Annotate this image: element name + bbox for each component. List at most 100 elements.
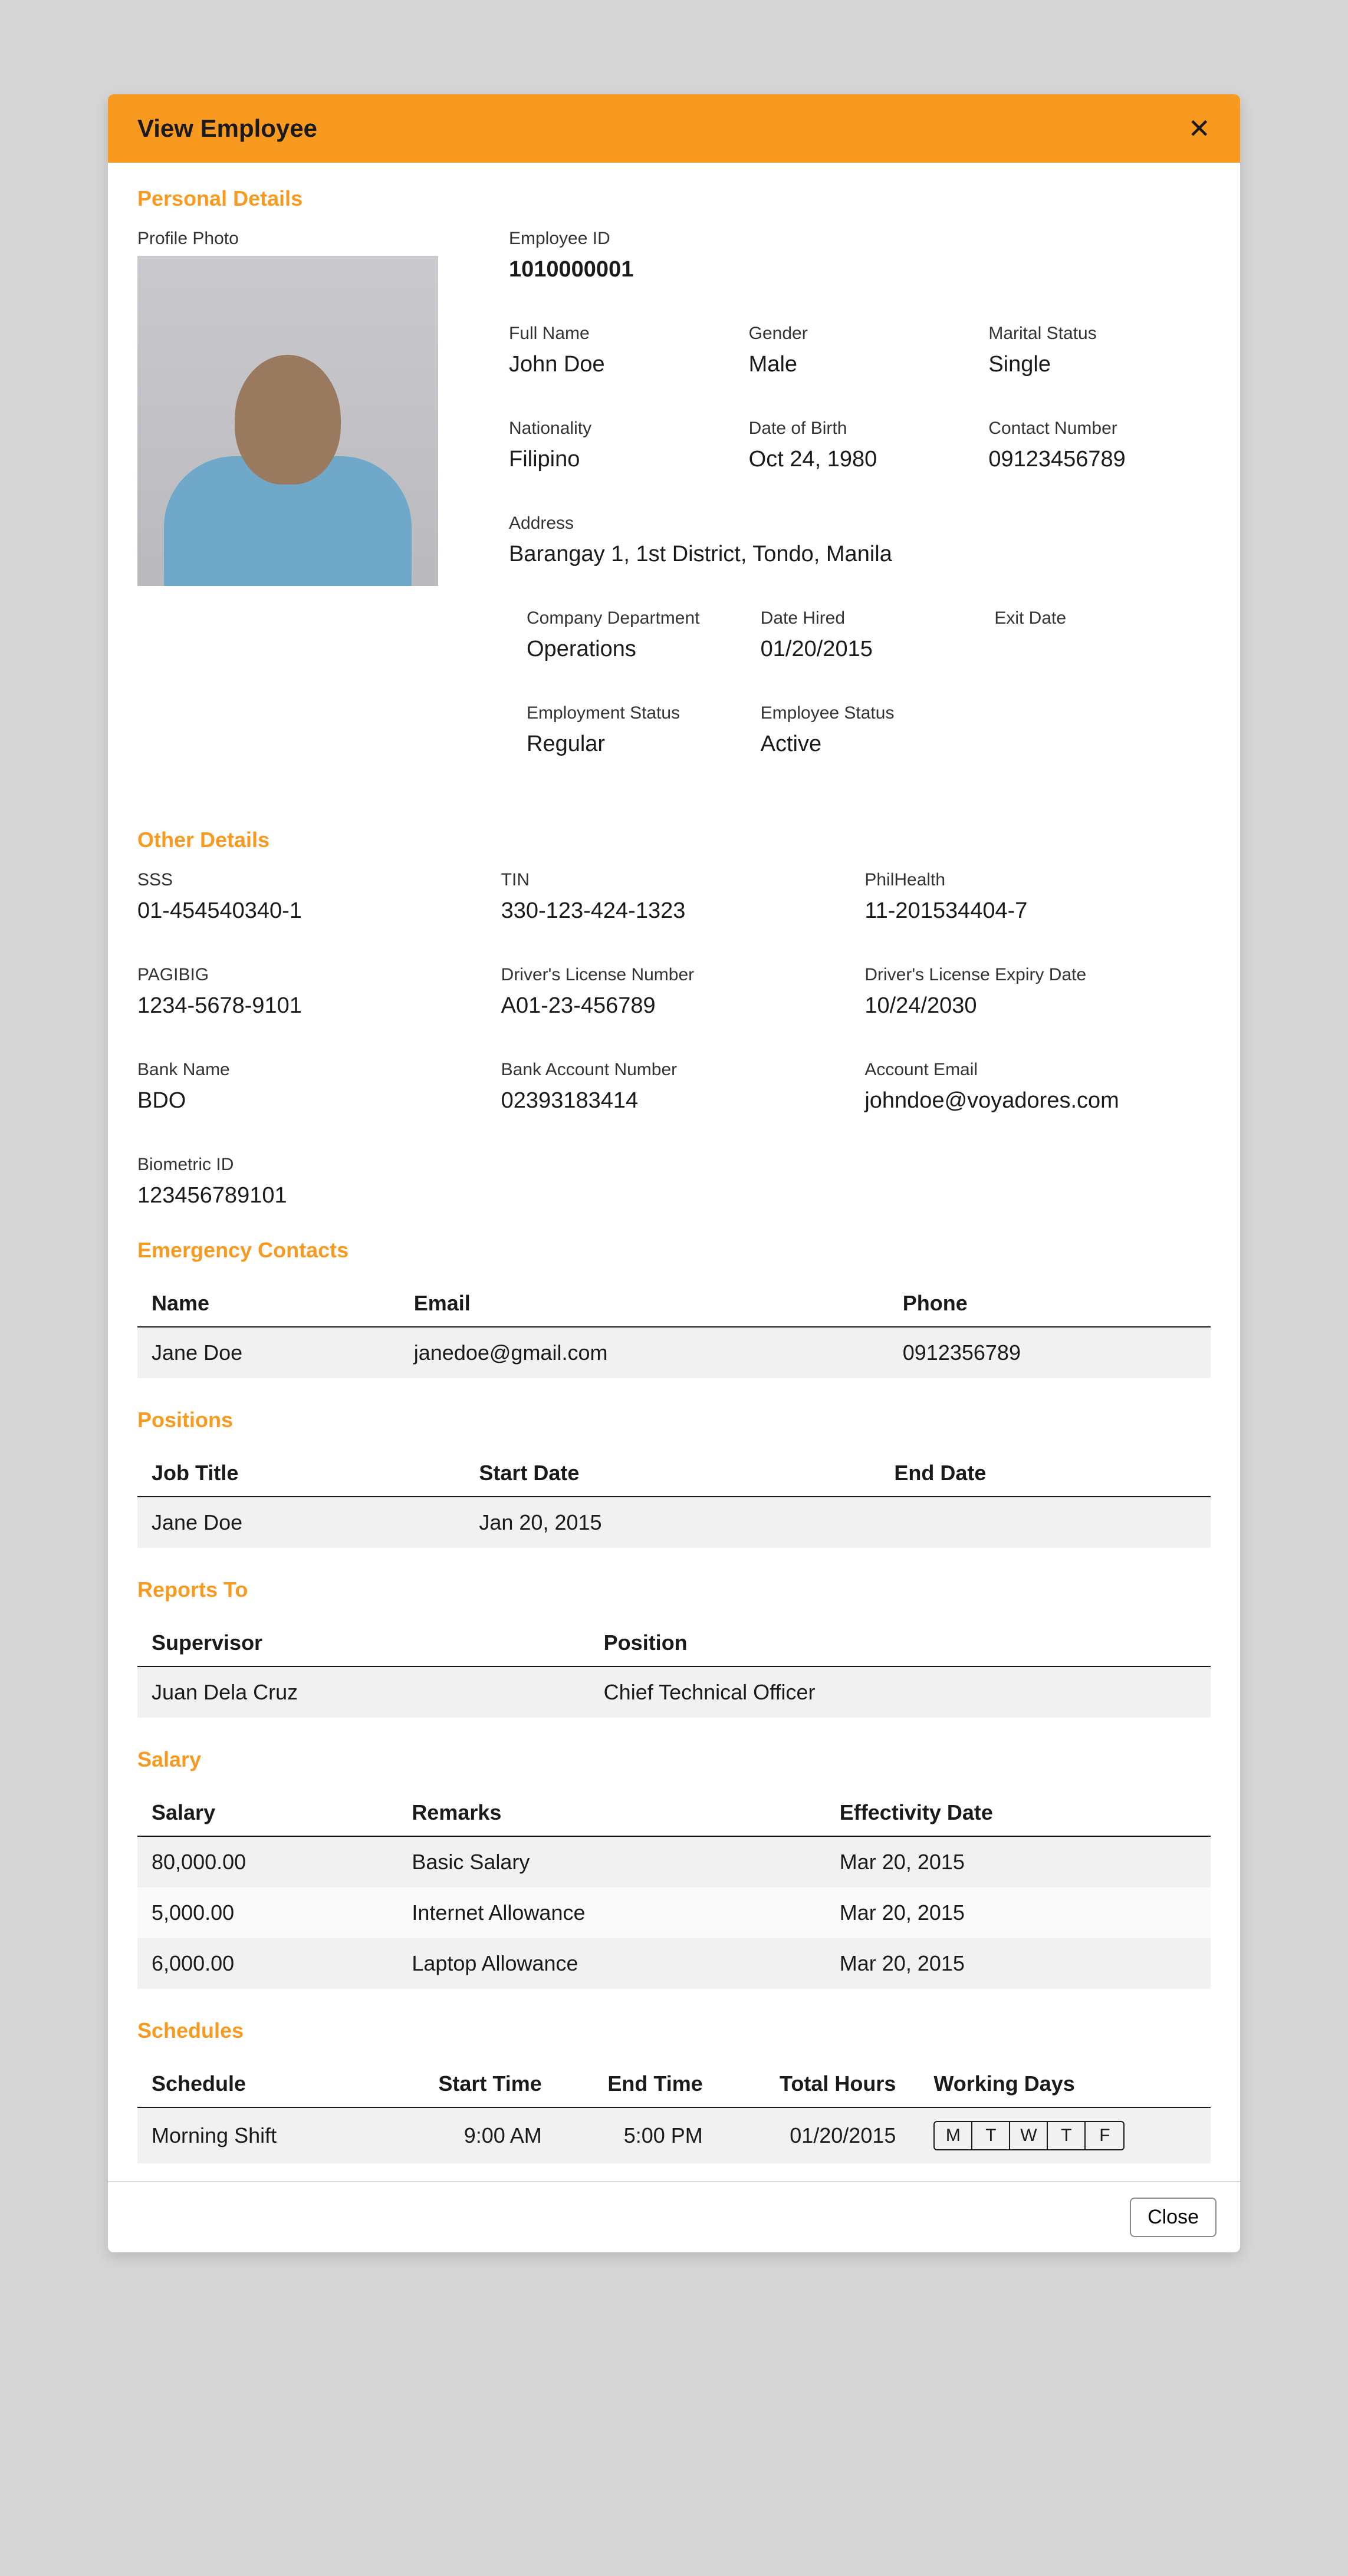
employee-status-label: Employee Status [761, 703, 977, 723]
contact-number-value: 09123456789 [988, 447, 1211, 472]
date-hired-value: 01/20/2015 [761, 637, 977, 662]
exit-date-label: Exit Date [994, 608, 1211, 628]
schedules-table: Schedule Start Time End Time Total Hours… [137, 2061, 1211, 2163]
bank-account-label: Bank Account Number [501, 1060, 847, 1080]
positions-th-startdate: Start Date [465, 1450, 880, 1497]
date-hired-label: Date Hired [761, 608, 977, 628]
gender-label: Gender [749, 324, 971, 344]
section-schedules-title: Schedules [137, 2018, 1211, 2043]
pagibig-value: 1234-5678-9101 [137, 993, 484, 1019]
positions-th-jobtitle: Job Title [137, 1450, 465, 1497]
positions-th-enddate: End Date [880, 1450, 1211, 1497]
nationality-value: Filipino [509, 447, 731, 472]
account-email-label: Account Email [864, 1060, 1211, 1080]
employment-status-value: Regular [527, 732, 743, 757]
profile-photo-block: Profile Photo [137, 229, 474, 798]
dl-number-value: A01-23-456789 [501, 993, 847, 1019]
emergency-email: janedoe@gmail.com [400, 1327, 889, 1378]
positions-enddate [880, 1497, 1211, 1548]
profile-photo [137, 256, 438, 586]
table-row: Jane DoeJan 20, 2015 [137, 1497, 1211, 1548]
sss-value: 01-454540340-1 [137, 898, 484, 924]
bank-name-label: Bank Name [137, 1060, 484, 1080]
sched-days: MTWTF [910, 2107, 1211, 2163]
salary-remarks: Basic Salary [397, 1836, 825, 1887]
philhealth-value: 11-201534404-7 [864, 898, 1211, 924]
sss-label: SSS [137, 870, 484, 890]
gender-value: Male [749, 352, 971, 377]
marital-status-label: Marital Status [988, 324, 1211, 344]
close-icon[interactable]: ✕ [1188, 115, 1211, 142]
full-name-value: John Doe [509, 352, 731, 377]
employee-id-label: Employee ID [509, 229, 1211, 249]
working-days-selector: MTWTF [933, 2121, 1125, 2150]
bank-name-value: BDO [137, 1088, 484, 1114]
salary-th-salary: Salary [137, 1790, 397, 1836]
section-positions-title: Positions [137, 1408, 1211, 1432]
section-reports-title: Reports To [137, 1577, 1211, 1602]
sched-start: 9:00 AM [395, 2107, 556, 2163]
reports-supervisor: Juan Dela Cruz [137, 1666, 590, 1718]
dl-expiry-value: 10/24/2030 [864, 993, 1211, 1019]
company-department-value: Operations [527, 637, 743, 662]
biometric-id-label: Biometric ID [137, 1155, 484, 1175]
salary-table: Salary Remarks Effectivity Date 80,000.0… [137, 1790, 1211, 1989]
reports-table: Supervisor Position Juan Dela CruzChief … [137, 1620, 1211, 1718]
table-row: 6,000.00Laptop AllowanceMar 20, 2015 [137, 1938, 1211, 1989]
address-label: Address [509, 513, 1211, 533]
sched-th-total: Total Hours [717, 2061, 910, 2107]
address-value: Barangay 1, 1st District, Tondo, Manila [509, 542, 1211, 567]
close-button[interactable]: Close [1130, 2198, 1217, 2237]
employee-status-value: Active [761, 732, 977, 757]
salary-amount: 80,000.00 [137, 1836, 397, 1887]
day-cell: W [1010, 2122, 1048, 2149]
profile-photo-label: Profile Photo [137, 229, 474, 249]
day-cell: M [935, 2122, 972, 2149]
reports-th-supervisor: Supervisor [137, 1620, 590, 1666]
positions-startdate: Jan 20, 2015 [465, 1497, 880, 1548]
marital-status-value: Single [988, 352, 1211, 377]
emergency-th-email: Email [400, 1280, 889, 1327]
salary-th-effectivity: Effectivity Date [826, 1790, 1211, 1836]
salary-th-remarks: Remarks [397, 1790, 825, 1836]
employment-status-label: Employment Status [527, 703, 743, 723]
salary-amount: 5,000.00 [137, 1887, 397, 1938]
full-name-label: Full Name [509, 324, 731, 344]
tin-value: 330-123-424-1323 [501, 898, 847, 924]
bank-account-value: 02393183414 [501, 1088, 847, 1114]
salary-effectivity: Mar 20, 2015 [826, 1836, 1211, 1887]
sched-name: Morning Shift [137, 2107, 395, 2163]
table-row: Jane Doejanedoe@gmail.com0912356789 [137, 1327, 1211, 1378]
day-cell: T [972, 2122, 1010, 2149]
dob-value: Oct 24, 1980 [749, 447, 971, 472]
salary-amount: 6,000.00 [137, 1938, 397, 1989]
salary-effectivity: Mar 20, 2015 [826, 1887, 1211, 1938]
modal-title: View Employee [137, 114, 317, 143]
table-row: Morning Shift9:00 AM5:00 PM01/20/2015MTW… [137, 2107, 1211, 2163]
emergency-th-phone: Phone [889, 1280, 1211, 1327]
philhealth-label: PhilHealth [864, 870, 1211, 890]
emergency-table: Name Email Phone Jane Doejanedoe@gmail.c… [137, 1280, 1211, 1378]
dl-expiry-label: Driver's License Expiry Date [864, 965, 1211, 985]
reports-position: Chief Technical Officer [590, 1666, 1211, 1718]
section-salary-title: Salary [137, 1747, 1211, 1772]
table-row: 5,000.00Internet AllowanceMar 20, 2015 [137, 1887, 1211, 1938]
view-employee-modal: View Employee ✕ Personal Details Profile… [108, 94, 1240, 2252]
emergency-th-name: Name [137, 1280, 400, 1327]
pagibig-label: PAGIBIG [137, 965, 484, 985]
section-personal-title: Personal Details [137, 186, 1211, 211]
company-department-label: Company Department [527, 608, 743, 628]
sched-end: 5:00 PM [556, 2107, 717, 2163]
contact-number-label: Contact Number [988, 419, 1211, 439]
salary-remarks: Internet Allowance [397, 1887, 825, 1938]
emergency-name: Jane Doe [137, 1327, 400, 1378]
modal-body: Personal Details Profile Photo Employee … [108, 163, 1240, 2181]
day-cell: F [1086, 2122, 1123, 2149]
reports-th-position: Position [590, 1620, 1211, 1666]
sched-th-schedule: Schedule [137, 2061, 395, 2107]
day-cell: T [1048, 2122, 1086, 2149]
sched-th-days: Working Days [910, 2061, 1211, 2107]
tin-label: TIN [501, 870, 847, 890]
modal-footer: Close [108, 2181, 1240, 2252]
positions-jobtitle: Jane Doe [137, 1497, 465, 1548]
